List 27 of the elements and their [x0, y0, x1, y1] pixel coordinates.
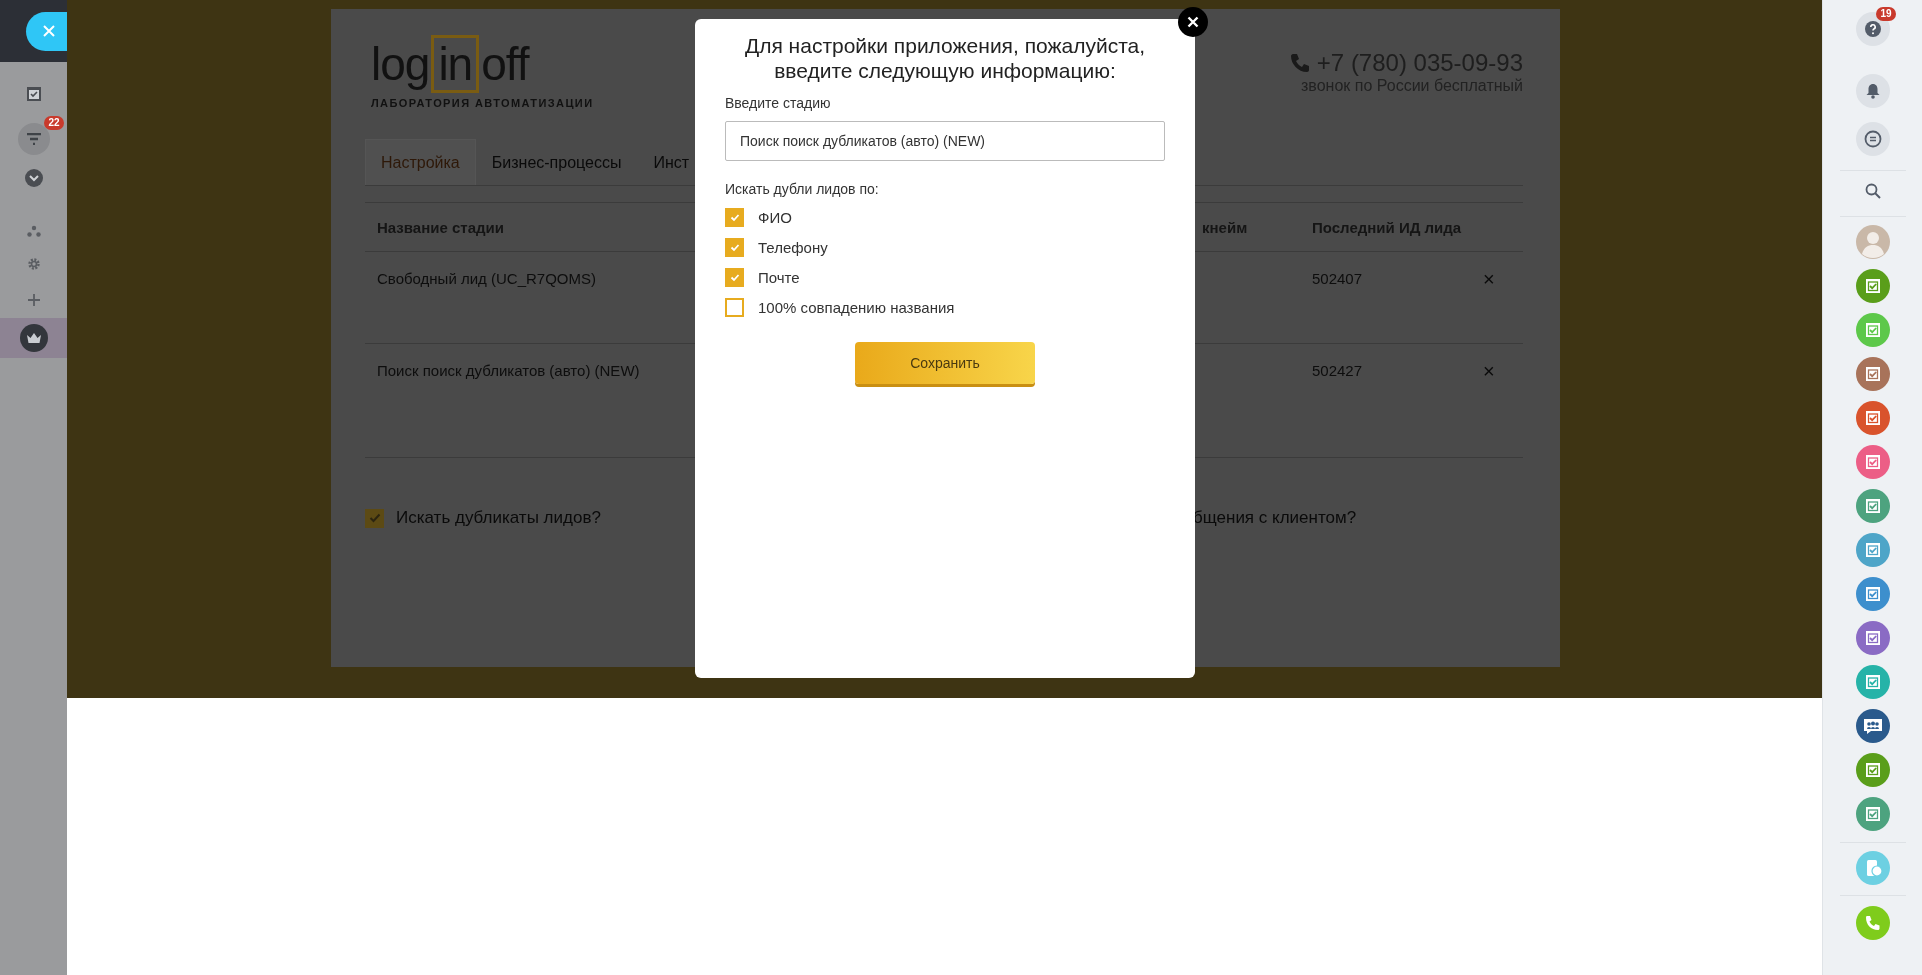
remove-button[interactable]: × — [1483, 270, 1495, 288]
field-label: Искать дубли лидов по: — [725, 181, 880, 197]
remove-button[interactable]: × — [1483, 362, 1495, 380]
field-label: Введите стадию — [725, 95, 832, 111]
stage-input[interactable]: Поиск поиск дубликатов (авто) (NEW) — [725, 121, 1165, 161]
tab[interactable]: Настройка — [365, 139, 476, 185]
checkbox-label: 100% совпадению названия — [758, 299, 955, 316]
logo-text: off — [481, 38, 529, 90]
logo-tagline: ЛАБОРАТОРИЯ АВТОМАТИЗАЦИИ — [371, 97, 594, 109]
table-cell-text: Поиск поиск дубликатов (авто) (NEW) — [376, 362, 640, 379]
checkbox-label: Почте — [758, 269, 800, 286]
option-label: бщения с клиентом? — [1193, 508, 1357, 528]
table-cell-text: 502407 — [1311, 270, 1363, 287]
count-badge: 19 — [1876, 7, 1896, 21]
checkbox-label: ФИО — [758, 209, 792, 226]
logo-text: in — [431, 35, 480, 93]
tab[interactable]: Инст — [637, 139, 706, 185]
save-button[interactable]: Сохранить — [855, 342, 1035, 384]
option-label: Искать дубликаты лидов? — [396, 508, 601, 528]
checkbox-label: Телефону — [758, 239, 828, 256]
sidebar-item[interactable]: 22 — [0, 112, 67, 160]
tab[interactable]: Бизнес-процессы — [475, 139, 638, 185]
table-cell-text: Свободный лид (UC_R7QOMS) — [376, 270, 596, 287]
table-cell-text: 502427 — [1311, 362, 1363, 379]
dialog-title: Для настройки приложения, пожалуйста, введите следующую информацию: — [743, 33, 1147, 83]
count-badge: 22 — [44, 116, 64, 130]
logo-text: log — [371, 38, 430, 90]
